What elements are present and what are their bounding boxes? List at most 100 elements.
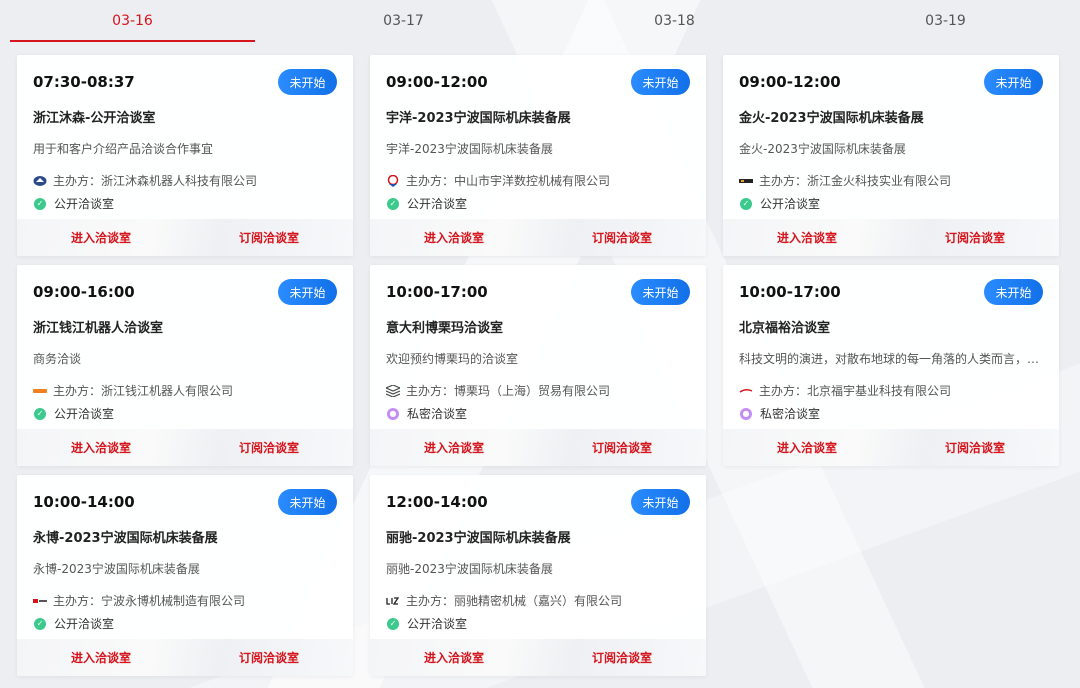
public-room-icon: ✓ <box>34 617 46 630</box>
room-type-label: 私密洽谈室 <box>407 407 468 421</box>
public-room-icon: ✓ <box>387 617 399 630</box>
organizer-name: 北京福宇基业科技有限公司 <box>807 384 952 398</box>
organizer-prefix: 主办方： <box>406 174 455 188</box>
room-type: ● 私密洽谈室 <box>386 405 467 422</box>
room-organizer: 主办方： 浙江金火科技实业有限公司 <box>739 172 1043 189</box>
room-card: 09:00-16:00 未开始 浙江钱江机器人洽谈室 商务洽谈 主办方： 浙江钱… <box>17 265 353 466</box>
organizer-name: 中山市宇洋数控机械有限公司 <box>454 174 611 188</box>
tab-03-16[interactable]: 03-16 <box>10 0 255 42</box>
room-type-label: 公开洽谈室 <box>54 407 115 421</box>
room-type: ✓ 公开洽谈室 <box>33 195 114 212</box>
lichi-logo-icon <box>386 595 400 607</box>
enter-room-button[interactable]: 进入洽谈室 <box>17 639 185 676</box>
room-title: 宇洋-2023宁波国际机床装备展 <box>386 111 571 126</box>
status-badge: 未开始 <box>278 489 337 515</box>
room-description: 金火-2023宁波国际机床装备展 <box>739 142 906 156</box>
subscribe-room-button[interactable]: 订阅洽谈室 <box>538 429 706 466</box>
tab-03-19[interactable]: 03-19 <box>823 0 1068 42</box>
organizer-prefix: 主办方： <box>406 594 455 608</box>
room-title: 意大利博栗玛洽谈室 <box>386 321 504 336</box>
subscribe-room-button[interactable]: 订阅洽谈室 <box>538 639 706 676</box>
room-title: 金火-2023宁波国际机床装备展 <box>739 111 924 126</box>
tab-03-17[interactable]: 03-17 <box>281 0 526 42</box>
room-description: 欢迎预约博栗玛的洽谈室 <box>386 352 519 366</box>
enter-room-button[interactable]: 进入洽谈室 <box>17 219 185 256</box>
room-organizer: 主办方： 浙江沐森机器人科技有限公司 <box>33 172 337 189</box>
room-description: 宇洋-2023宁波国际机床装备展 <box>386 142 553 156</box>
room-type: ✓ 公开洽谈室 <box>739 195 820 212</box>
organizer-prefix: 主办方： <box>53 384 102 398</box>
room-type-label: 私密洽谈室 <box>760 407 821 421</box>
organizer-name: 浙江沐森机器人科技有限公司 <box>101 174 258 188</box>
subscribe-room-button[interactable]: 订阅洽谈室 <box>185 429 353 466</box>
room-card-grid: 07:30-08:37 未开始 浙江沐森-公开洽谈室 用于和客户介绍产品洽谈合作… <box>17 55 1059 676</box>
public-room-icon: ✓ <box>34 407 46 420</box>
public-room-icon: ✓ <box>387 197 399 210</box>
card-actions: 进入洽谈室 订阅洽谈室 <box>723 219 1059 256</box>
private-room-icon: ● <box>387 407 399 420</box>
status-badge: 未开始 <box>631 279 690 305</box>
status-badge: 未开始 <box>278 279 337 305</box>
status-badge: 未开始 <box>984 69 1043 95</box>
room-description: 永博-2023宁波国际机床装备展 <box>33 562 200 576</box>
room-title: 北京福裕洽谈室 <box>739 321 831 336</box>
enter-room-button[interactable]: 进入洽谈室 <box>723 219 891 256</box>
room-time: 10:00-14:00 <box>33 493 135 511</box>
card-actions: 进入洽谈室 订阅洽谈室 <box>17 219 353 256</box>
card-actions: 进入洽谈室 订阅洽谈室 <box>370 639 706 676</box>
room-time: 09:00-12:00 <box>739 73 841 91</box>
yuyang-logo-icon <box>386 174 400 187</box>
enter-room-button[interactable]: 进入洽谈室 <box>370 639 538 676</box>
status-badge: 未开始 <box>631 69 690 95</box>
room-type-label: 公开洽谈室 <box>760 197 821 211</box>
organizer-name: 宁波永博机械制造有限公司 <box>101 594 246 608</box>
date-tabs: 03-16 03-17 03-18 03-19 <box>10 0 1070 42</box>
enter-room-button[interactable]: 进入洽谈室 <box>370 219 538 256</box>
room-organizer: 主办方： 博栗玛（上海）贸易有限公司 <box>386 382 690 399</box>
tab-03-18[interactable]: 03-18 <box>552 0 797 42</box>
jinhuo-logo-icon <box>739 175 753 187</box>
fuyu-logo-icon <box>739 385 753 397</box>
room-type-label: 公开洽谈室 <box>407 197 468 211</box>
card-actions: 进入洽谈室 订阅洽谈室 <box>370 429 706 466</box>
public-room-icon: ✓ <box>34 197 46 210</box>
room-title: 浙江沐森-公开洽谈室 <box>33 111 156 126</box>
room-card: 10:00-17:00 未开始 北京福裕洽谈室 科技文明的演进，对散布地球的每一… <box>723 265 1059 466</box>
card-actions: 进入洽谈室 订阅洽谈室 <box>370 219 706 256</box>
card-actions: 进入洽谈室 订阅洽谈室 <box>17 429 353 466</box>
room-card: 10:00-14:00 未开始 永博-2023宁波国际机床装备展 永博-2023… <box>17 475 353 676</box>
status-badge: 未开始 <box>278 69 337 95</box>
organizer-prefix: 主办方： <box>53 594 102 608</box>
room-organizer: 主办方： 丽驰精密机械（嘉兴）有限公司 <box>386 592 690 609</box>
private-room-icon: ● <box>740 407 752 420</box>
room-time: 10:00-17:00 <box>386 283 488 301</box>
subscribe-room-button[interactable]: 订阅洽谈室 <box>891 429 1059 466</box>
subscribe-room-button[interactable]: 订阅洽谈室 <box>185 219 353 256</box>
organizer-name: 丽驰精密机械（嘉兴）有限公司 <box>454 594 623 608</box>
room-title: 永博-2023宁波国际机床装备展 <box>33 531 218 546</box>
subscribe-room-button[interactable]: 订阅洽谈室 <box>891 219 1059 256</box>
room-type: ● 私密洽谈室 <box>739 405 820 422</box>
room-time: 09:00-16:00 <box>33 283 135 301</box>
organizer-name: 博栗玛（上海）贸易有限公司 <box>454 384 611 398</box>
enter-room-button[interactable]: 进入洽谈室 <box>370 429 538 466</box>
room-description: 科技文明的演进，对散布地球的每一角落的人类而言，距离和空间的限制正在消失 <box>739 352 1043 366</box>
enter-room-button[interactable]: 进入洽谈室 <box>723 429 891 466</box>
organizer-prefix: 主办方： <box>406 384 455 398</box>
public-room-icon: ✓ <box>740 197 752 210</box>
room-time: 07:30-08:37 <box>33 73 135 91</box>
room-type-label: 公开洽谈室 <box>54 197 115 211</box>
room-card: 10:00-17:00 未开始 意大利博栗玛洽谈室 欢迎预约博栗玛的洽谈室 主办… <box>370 265 706 466</box>
organizer-name: 浙江钱江机器人有限公司 <box>101 384 234 398</box>
room-type: ✓ 公开洽谈室 <box>33 615 114 632</box>
enter-room-button[interactable]: 进入洽谈室 <box>17 429 185 466</box>
subscribe-room-button[interactable]: 订阅洽谈室 <box>185 639 353 676</box>
room-description: 丽驰-2023宁波国际机床装备展 <box>386 562 553 576</box>
room-card: 09:00-12:00 未开始 宇洋-2023宁波国际机床装备展 宇洋-2023… <box>370 55 706 256</box>
subscribe-room-button[interactable]: 订阅洽谈室 <box>538 219 706 256</box>
organizer-prefix: 主办方： <box>759 384 808 398</box>
room-type: ✓ 公开洽谈室 <box>33 405 114 422</box>
qianjiang-logo-icon <box>33 385 47 397</box>
status-badge: 未开始 <box>631 489 690 515</box>
card-actions: 进入洽谈室 订阅洽谈室 <box>17 639 353 676</box>
